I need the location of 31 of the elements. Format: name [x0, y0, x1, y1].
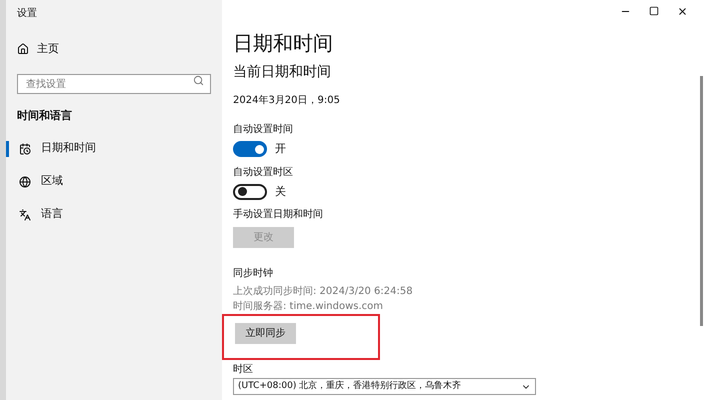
scrollbar[interactable]: [700, 76, 703, 326]
section-subtitle: 当前日期和时间: [233, 63, 332, 82]
last-sync-text: 上次成功同步时间: 2024/3/20 6:24:58: [233, 284, 414, 299]
sidebar-item[interactable]: 日期和时间: [6, 140, 211, 156]
current-datetime: 2024年3月20日，9:05: [233, 94, 341, 108]
toggle-state: 开: [275, 141, 286, 157]
setting-label: 手动设置日期和时间: [233, 208, 324, 222]
sidebar-item[interactable]: 区域: [6, 174, 211, 190]
calendar-clock-icon: [19, 142, 31, 154]
search-icon[interactable]: [193, 74, 204, 86]
section-heading: 时间和语言: [17, 108, 73, 124]
home-icon: [17, 43, 29, 56]
setting-heading: 同步时钟: [233, 266, 274, 281]
toggle-state: 关: [275, 184, 286, 200]
language-icon: [19, 208, 31, 220]
maximize-icon[interactable]: [649, 6, 659, 16]
time-server-text: 时间服务器: time.windows.com: [233, 300, 384, 314]
sidebar-item[interactable]: 语言: [6, 206, 211, 222]
home-link[interactable]: 主页: [17, 41, 211, 58]
sync-now-button[interactable]: 立即同步: [235, 323, 296, 344]
setting-label: 自动设置时间: [233, 122, 294, 137]
toggle-switch[interactable]: [233, 184, 267, 200]
window-title: 设置: [17, 6, 38, 21]
close-icon[interactable]: [677, 6, 688, 17]
page-title: 日期和时间: [233, 31, 334, 56]
toggle-switch[interactable]: [233, 141, 267, 158]
search-field[interactable]: 查找设置: [17, 74, 211, 94]
setting-label: 时区: [233, 362, 254, 377]
setting-label: 自动设置时区: [233, 166, 294, 180]
globe-icon: [19, 176, 31, 188]
timezone-dropdown[interactable]: (UTC+08:00) 北京，重庆，香港特别行政区，乌鲁木齐: [233, 378, 536, 395]
